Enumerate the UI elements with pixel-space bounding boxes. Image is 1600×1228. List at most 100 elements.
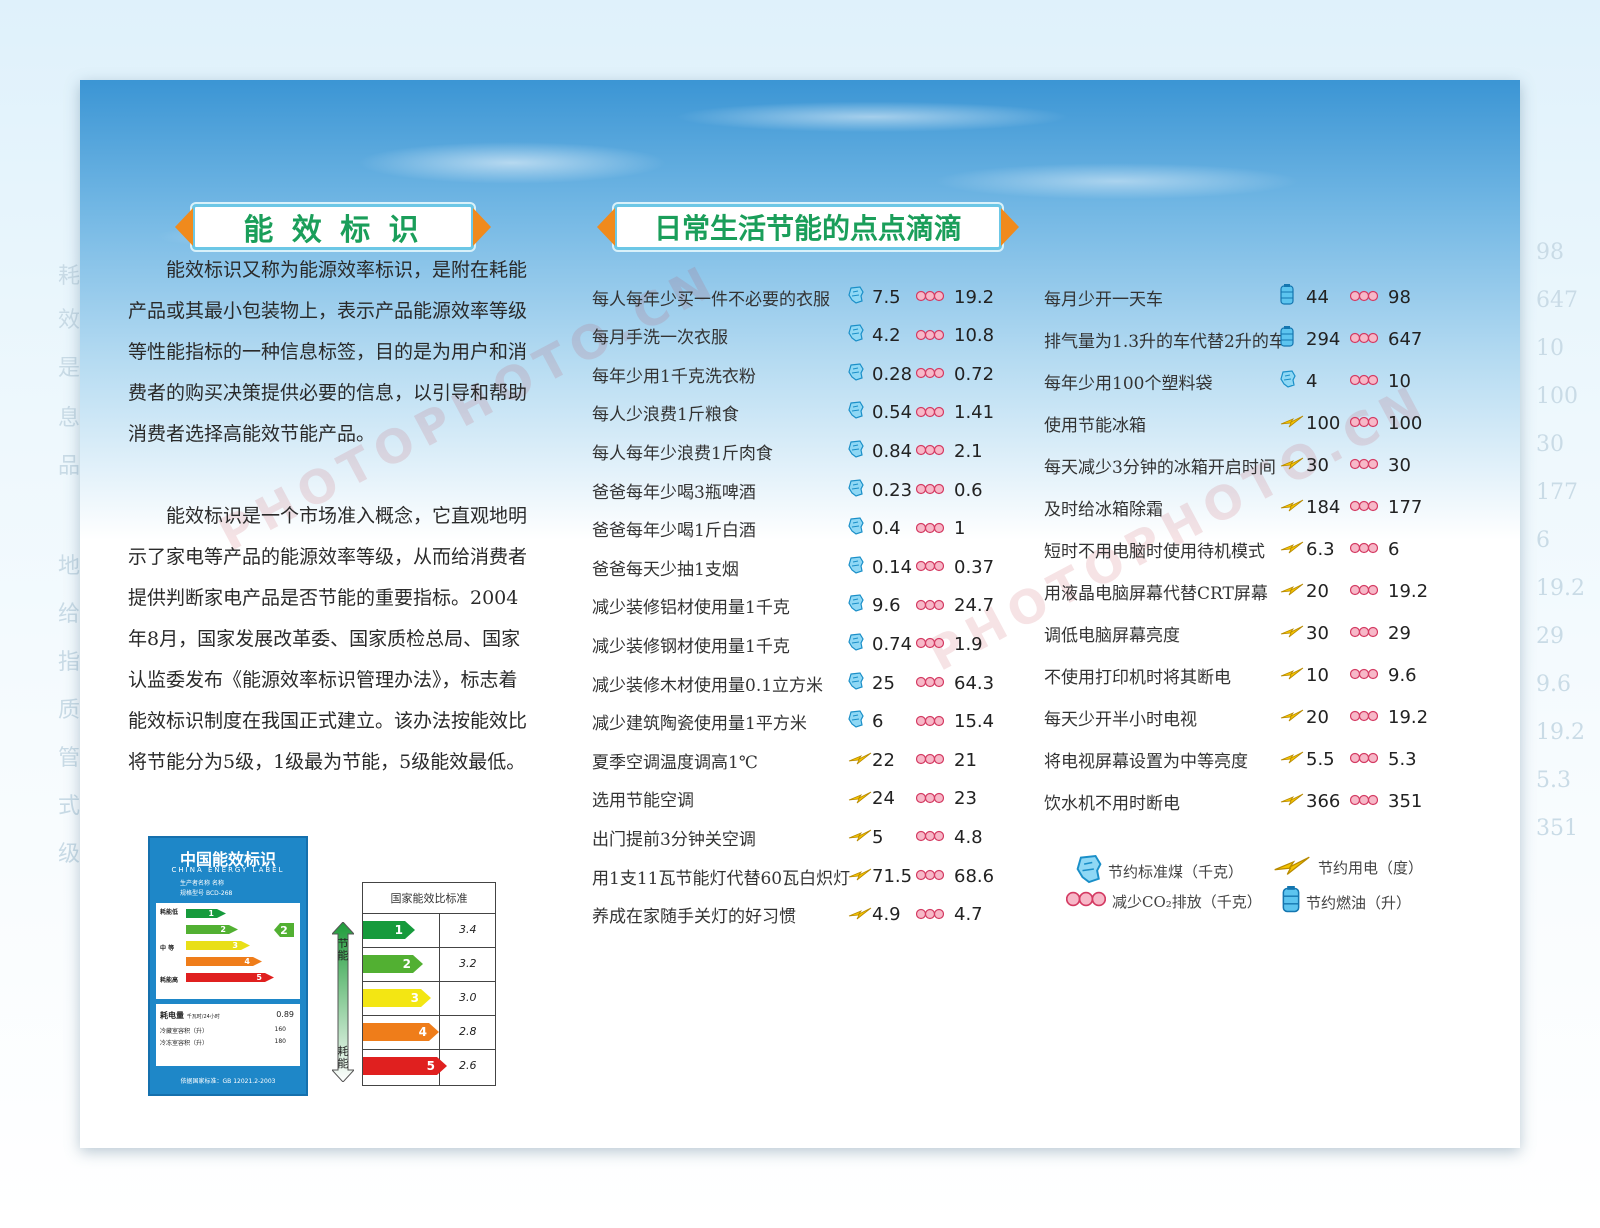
tip-text: 排气量为1.3升的车代替2升的车	[1044, 331, 1286, 352]
co2-icon	[916, 905, 944, 925]
electricity-icon	[848, 789, 872, 809]
coal-icon	[848, 594, 864, 617]
tip-co2-value: 1.9	[954, 633, 983, 655]
tip-row: 用1支11瓦节能灯代替60瓦白炽灯 71.5 68.6	[592, 862, 1014, 890]
tip-saving-value: 4.2	[872, 325, 901, 347]
ghost-char: 地	[58, 554, 81, 579]
intro-paragraph: 能效标识又称为能源效率标识，是附在耗能产品或其最小包装物上，表示产品能源效率等级…	[128, 259, 528, 445]
legend-coal-label: 节约标准煤（千克）	[1108, 862, 1244, 881]
tip-saving-value: 5.5	[1306, 748, 1335, 770]
co2-icon	[916, 827, 944, 847]
tip-saving-value: 0.84	[872, 440, 913, 462]
electricity-icon	[848, 905, 872, 925]
tip-co2-value: 2.1	[954, 440, 983, 462]
tip-text: 减少装修钢材使用量1千克	[592, 636, 790, 657]
label-low: 耗能低	[160, 909, 179, 916]
ghost-char: 质	[58, 698, 81, 723]
label-freezer-value: 180	[274, 1038, 286, 1045]
tip-row: 夏季空调温度调高1℃ 22 21	[592, 746, 1014, 774]
co2-icon	[916, 519, 944, 539]
section-title: 能 效 标 识	[243, 213, 423, 248]
energy-direction-arrow: 节能 耗能	[332, 922, 354, 1082]
oil-icon	[1282, 886, 1300, 918]
label-grade-marker: 2	[274, 923, 294, 937]
ghost-char: 是	[58, 356, 81, 381]
co2-icon	[1350, 749, 1378, 769]
tip-co2-value: 0.6	[954, 479, 983, 501]
tip-saving-value: 0.74	[872, 633, 913, 655]
tip-saving-value: 6	[872, 711, 884, 733]
ghost-value: 29	[1536, 624, 1564, 649]
scale-value: 3.4	[459, 923, 477, 936]
tip-text: 每月少开一天车	[1044, 289, 1163, 310]
co2-icon	[1350, 287, 1378, 307]
table-rule	[363, 1049, 495, 1050]
coal-icon	[848, 671, 864, 695]
arrow-left-icon	[175, 208, 193, 246]
ghost-char: 式	[58, 794, 81, 819]
tip-saving-value: 4	[1306, 370, 1318, 392]
label-bar-3: 3	[186, 941, 250, 950]
tip-text: 每年少用1千克洗衣粉	[592, 366, 756, 387]
tip-row: 每人每年少浪费1斤肉食 0.84 2.1	[592, 437, 1014, 465]
tip-row: 减少装修铝材使用量1千克 9.6 24.7	[592, 592, 1014, 620]
tip-saving-value: 0.54	[872, 402, 913, 424]
electricity-icon	[848, 866, 872, 886]
oil-icon	[1280, 325, 1294, 353]
co2-icon	[1350, 665, 1378, 685]
energy-label-title-banner: 能 效 标 识	[175, 204, 491, 250]
label-subtitle: CHINA ENERGY LABEL	[171, 866, 285, 874]
coal-icon	[1076, 854, 1102, 888]
tip-saving-value: 30	[1306, 622, 1329, 644]
label-bar-1: 1	[186, 909, 226, 918]
coal-icon	[848, 710, 864, 733]
tip-text: 及时给冰箱除霜	[1044, 499, 1163, 520]
tip-row: 短时不用电脑时使用待机模式 6.3 6	[1044, 535, 1448, 563]
tip-saving-value: 20	[1306, 580, 1329, 602]
tip-text: 爸爸每年少喝1斤白酒	[592, 521, 756, 542]
tip-row: 减少装修木材使用量0.1立方米 25 64.3	[592, 669, 1014, 697]
tip-saving-value: 44	[1306, 286, 1329, 308]
tip-text: 出门提前3分钟关空调	[592, 829, 756, 850]
tip-row: 爸爸每年少喝3瓶啤酒 0.23 0.6	[592, 476, 1014, 504]
legend-co2: 减少CO₂排放（千克）	[1065, 890, 1262, 912]
tip-row: 每人每年少买一件不必要的衣服 7.5 19.2	[592, 283, 1014, 311]
tip-text: 用1支11瓦节能灯代替60瓦白炽灯	[592, 868, 851, 889]
tip-saving-value: 0.28	[872, 363, 913, 385]
tip-text: 调低电脑屏幕亮度	[1044, 625, 1180, 646]
co2-icon	[1350, 455, 1378, 475]
label-bar-5: 5	[186, 973, 274, 982]
tip-row: 饮水机不用时断电 366 351	[1044, 787, 1448, 815]
tip-co2-value: 1.41	[954, 402, 995, 424]
tip-co2-value: 23	[954, 788, 977, 810]
tip-text: 短时不用电脑时使用待机模式	[1044, 541, 1265, 562]
tip-text: 每人每年少浪费1斤肉食	[592, 443, 773, 464]
legend-coal: 节约标准煤（千克）	[1076, 854, 1243, 888]
tip-co2-value: 1	[954, 518, 966, 540]
tip-row: 每天减少3分钟的冰箱开启时间 30 30	[1044, 451, 1448, 479]
tip-saving-value: 184	[1306, 496, 1341, 518]
coal-icon	[848, 285, 864, 309]
ghost-char: 效	[58, 308, 81, 333]
electricity-icon	[1280, 623, 1304, 643]
tip-co2-value: 24.7	[954, 595, 995, 617]
ghost-char: 指	[58, 650, 81, 675]
tip-row: 减少装修钢材使用量1千克 0.74 1.9	[592, 630, 1014, 658]
co2-icon	[1350, 539, 1378, 559]
tip-text: 每年少用100个塑料袋	[1044, 373, 1213, 394]
ghost-value: 98	[1536, 240, 1564, 265]
ghost-value: 6	[1536, 528, 1550, 553]
tip-co2-value: 0.72	[954, 363, 995, 385]
co2-icon	[1350, 497, 1378, 517]
tip-text: 每月手洗一次衣服	[592, 328, 728, 349]
scale-bar-1: 1	[363, 921, 415, 939]
table-header: 国家能效比标准	[363, 883, 495, 914]
ghost-char: 息	[58, 406, 81, 431]
tip-co2-value: 4.8	[954, 826, 983, 848]
label-high: 耗能高	[160, 977, 179, 984]
tip-saving-value: 0.23	[872, 479, 913, 501]
tip-row: 调低电脑屏幕亮度 30 29	[1044, 619, 1448, 647]
tip-text: 每天少开半小时电视	[1044, 709, 1197, 730]
label-maker: 生产者名称 名称	[180, 880, 224, 887]
label-freezer: 冷冻室容积（升）	[160, 1040, 209, 1047]
